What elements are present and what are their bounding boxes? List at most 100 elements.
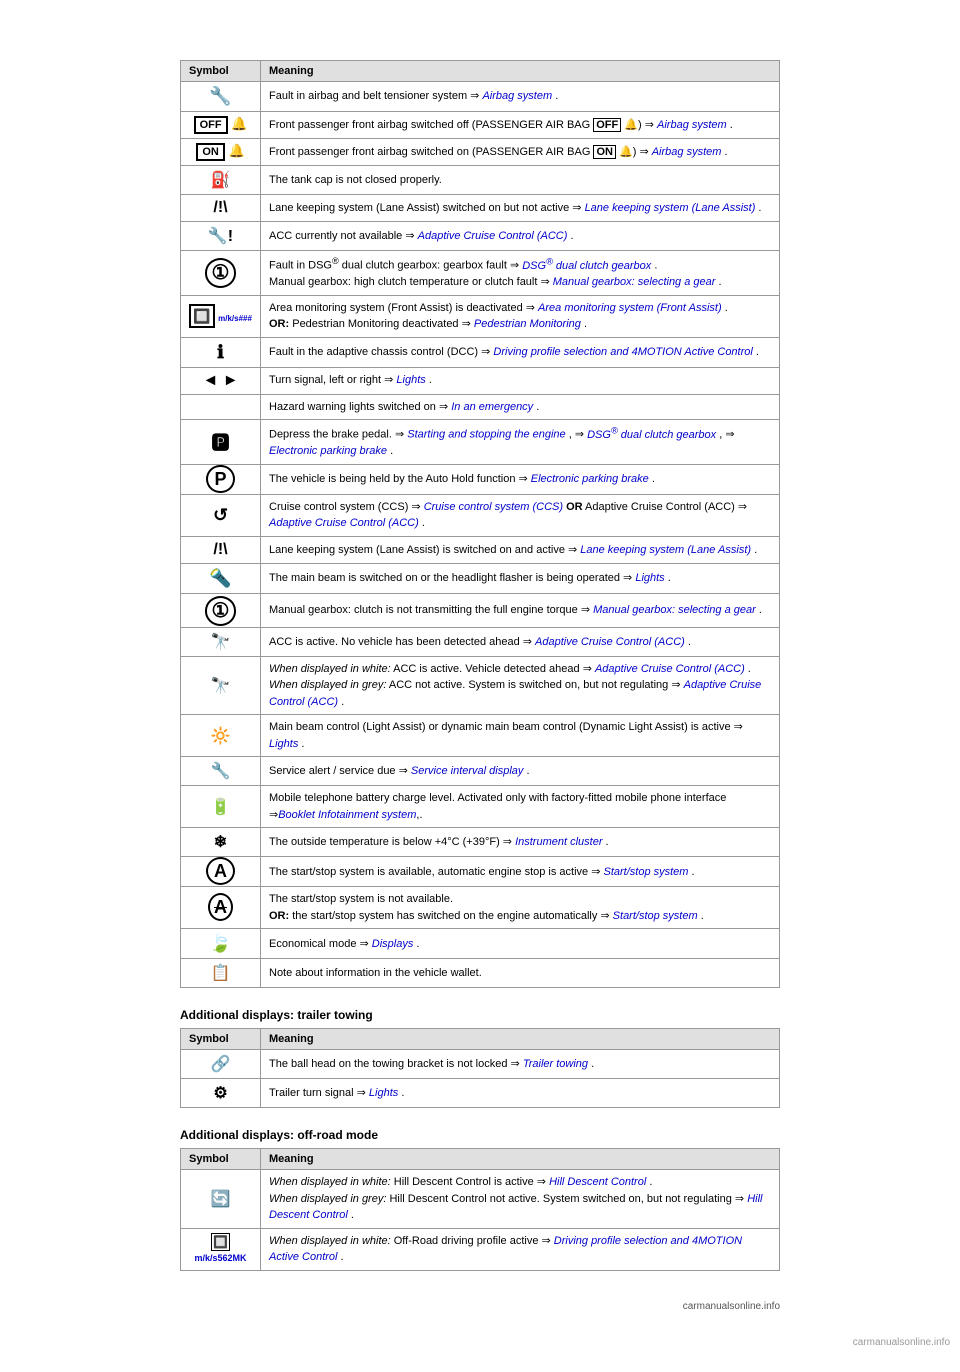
meaning-cell: Turn signal, left or right ⇒ Lights . [261,367,780,394]
phone-battery-icon: 🔋 [211,799,231,816]
link-lane-assist: Lane keeping system (Lane Assist) [585,202,756,214]
meaning-cell: Area monitoring system (Front Assist) is… [261,295,780,337]
meaning-cell: Economical mode ⇒ Displays . [261,929,780,959]
meaning-cell: The main beam is switched on or the head… [261,563,780,593]
link-epb: Electronic parking brake [269,445,387,457]
meaning-cell: Front passenger front airbag switched of… [261,112,780,139]
trailer-col-symbol: Symbol [181,1029,261,1050]
table-row: 🔆 Main beam control (Light Assist) or dy… [181,715,780,757]
meaning-cell: Main beam control (Light Assist) or dyna… [261,715,780,757]
table-row: /!\ Lane keeping system (Lane Assist) sw… [181,195,780,222]
main-symbols-table: Symbol Meaning 🔧 Fault in airbag and bel… [180,60,780,988]
table-row: 🔭 ACC is active. No vehicle has been det… [181,627,780,656]
link-trailer-towing: Trailer towing [523,1058,588,1070]
watermark: carmanualsonline.info [853,1337,950,1348]
table-row: ↺ Cruise control system (CCS) ⇒ Cruise c… [181,494,780,536]
symbol-cell: 📋 [181,959,261,988]
meaning-cell: The outside temperature is below +4°C (+… [261,828,780,857]
meaning-cell: ACC is active. No vehicle has been detec… [261,627,780,656]
meaning-cell: Manual gearbox: clutch is not transmitti… [261,593,780,627]
meaning-cell: Front passenger front airbag switched on… [261,139,780,166]
meaning-cell: When displayed in white: ACC is active. … [261,656,780,715]
symbol-cell: ① [181,593,261,627]
table-row: 🔭 When displayed in white: ACC is active… [181,656,780,715]
symbol-cell: 🍃 [181,929,261,959]
meaning-cell: Lane keeping system (Lane Assist) switch… [261,195,780,222]
symbol-cell [181,394,261,420]
symbol-cell: A [181,887,261,929]
airbag-on-icon: 🔔 [228,143,244,158]
symbol-cell: 🔋 [181,786,261,828]
table-row: 🔲 m/k/s562MK When displayed in white: Of… [181,1228,780,1270]
link-lights-trailer: Lights [369,1087,398,1099]
table-row: 🔧! ACC currently not available ⇒ Adaptiv… [181,222,780,251]
symbol-cell: 🔧 [181,757,261,786]
link-pedestrian-monitoring: Pedestrian Monitoring [474,318,581,330]
table-row: 🔲 m/k/s### Area monitoring system (Front… [181,295,780,337]
symbol-cell: ◄ ► [181,367,261,394]
trailer-symbols-table: Symbol Meaning 🔗 The ball head on the to… [180,1028,780,1108]
meaning-cell: Hazard warning lights switched on ⇒ In a… [261,394,780,420]
link-acc-3: Adaptive Cruise Control (ACC) [535,636,685,648]
table-row: 🍃 Economical mode ⇒ Displays . [181,929,780,959]
link-displays: Displays [372,938,414,950]
area-monitoring-icon: 🔲 [189,304,214,328]
link-lane-assist-2: Lane keeping system (Lane Assist) [580,544,751,556]
link-hill-descent: Hill Descent Control [549,1176,646,1188]
meaning-cell: When displayed in white: Hill Descent Co… [261,1170,780,1229]
ball-head-icon: 🔗 [211,1056,231,1073]
symbol-cell: 🔭 [181,656,261,715]
table-row: 📋 Note about information in the vehicle … [181,959,780,988]
meaning-cell: Note about information in the vehicle wa… [261,959,780,988]
link-infotainment: Booklet Infotainment system [278,809,416,821]
meaning-cell: The start/stop system is available, auto… [261,857,780,887]
meaning-cell: Cruise control system (CCS) ⇒ Cruise con… [261,494,780,536]
symbol-cell: ⚙ [181,1079,261,1108]
table-row: P The vehicle is being held by the Auto … [181,464,780,494]
symbol-cell: P [181,464,261,494]
symbol-cell: 🔧! [181,222,261,251]
symbol-cell: 🔆 [181,715,261,757]
link-acc-4: Adaptive Cruise Control (ACC) [595,663,745,675]
table-row: A The start/stop system is available, au… [181,857,780,887]
meaning-cell: ACC currently not available ⇒ Adaptive C… [261,222,780,251]
airbag-off-icon: 🔔 [231,116,247,131]
symbol-cell: ① [181,251,261,296]
footer-website: carmanualsonline.info [683,1301,780,1312]
light-assist-icon: 🔆 [211,728,231,745]
symbol-cell: OFF 🔔 [181,112,261,139]
link-driving-profile: Driving profile selection and 4MOTION Ac… [493,346,752,358]
clutch-torque-icon: ① [205,596,237,626]
meaning-cell: Fault in the adaptive chassis control (D… [261,337,780,367]
link-airbag-system-2: Airbag system [657,119,727,131]
link-start-stop-2: Start/stop system [613,910,698,922]
link-acc-2: Adaptive Cruise Control (ACC) [269,517,419,529]
link-start-stop: Start/stop system [603,866,688,878]
symbol-cell: 🔲 m/k/s### [181,295,261,337]
symbol-cell: 🔦 [181,563,261,593]
trailer-col-meaning: Meaning [261,1029,780,1050]
table-row: /!\ Lane keeping system (Lane Assist) is… [181,536,780,563]
brake-pedal-icon: 🅿 [212,433,230,453]
symbol-cell: 🅿 [181,420,261,465]
offroad-symbols-table: Symbol Meaning 🔄 When displayed in white… [180,1148,780,1271]
off-badge-icon: OFF [194,116,228,134]
symbol-cell: /!\ [181,536,261,563]
link-epb-2: Electronic parking brake [531,473,649,485]
table-row: 🔄 When displayed in white: Hill Descent … [181,1170,780,1229]
link-lights-2: Lights [635,572,664,584]
symbol-cell: ❄ [181,828,261,857]
offroad-col-meaning: Meaning [261,1149,780,1170]
link-lights: Lights [396,374,425,386]
table-row: ⚙ Trailer turn signal ⇒ Lights . [181,1079,780,1108]
symbol-cell: 🔭 [181,627,261,656]
meaning-cell: Fault in airbag and belt tensioner syste… [261,82,780,112]
symbol-cell: 🔧 [181,82,261,112]
page-container: Symbol Meaning 🔧 Fault in airbag and bel… [20,20,940,1352]
table-row: ⛽ The tank cap is not closed properly. [181,166,780,195]
offroad-col-symbol: Symbol [181,1149,261,1170]
link-area-monitoring: Area monitoring system (Front Assist) [538,302,722,314]
trailer-turn-signal-icon: ⚙ [213,1085,227,1102]
table-row: 🔦 The main beam is switched on or the he… [181,563,780,593]
hill-descent-icon: 🔄 [211,1191,231,1208]
